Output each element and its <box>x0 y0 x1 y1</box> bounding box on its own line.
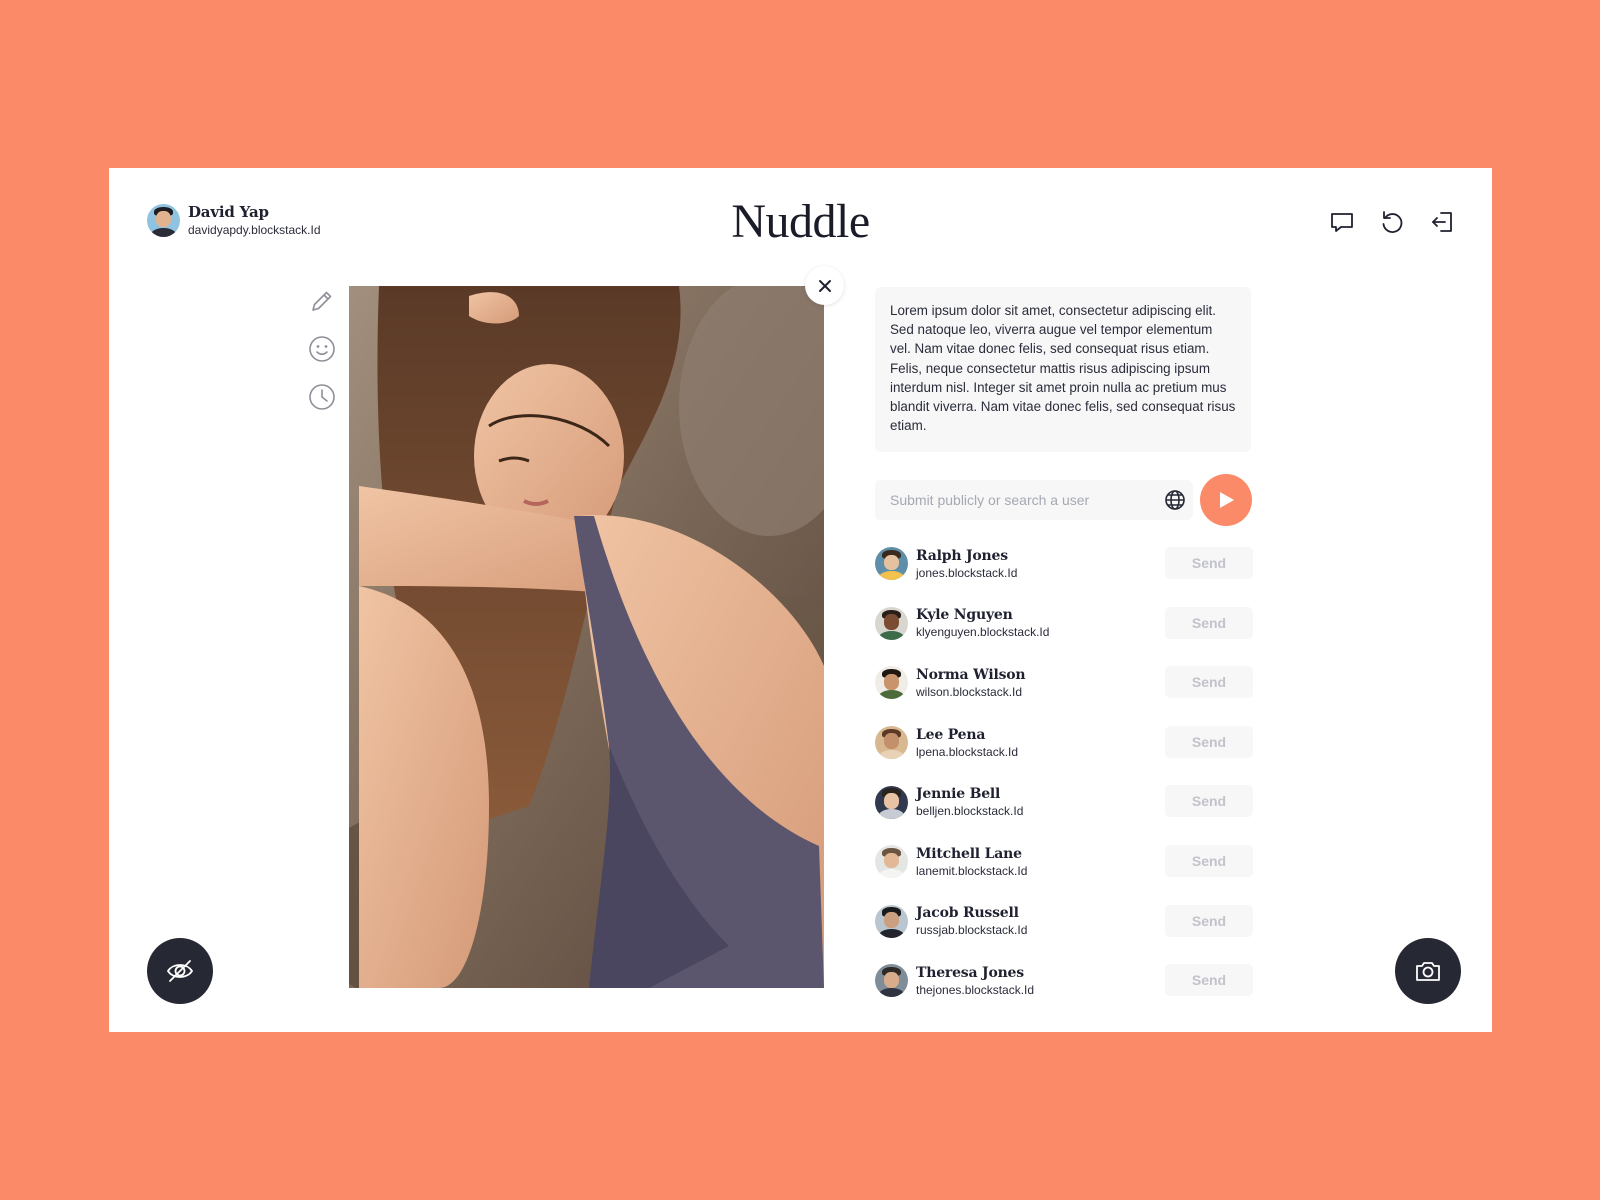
search-input[interactable] <box>890 480 1150 520</box>
avatar <box>875 785 908 819</box>
user-handle: russjab.blockstack.Id <box>916 923 1028 938</box>
app-logo-title: Nuddle <box>731 195 870 248</box>
user-name: Theresa Jones <box>916 964 1024 981</box>
user-row[interactable]: Mitchell Lane lanemit.blockstack.Id Send <box>875 832 1253 892</box>
chat-bubble-icon[interactable] <box>1328 208 1356 236</box>
send-button[interactable]: Send <box>1165 904 1253 937</box>
clock-icon[interactable] <box>307 382 337 412</box>
send-button[interactable]: Send <box>1165 606 1253 639</box>
user-name: Lee Pena <box>916 726 986 743</box>
user-row[interactable]: Theresa Jones thejones.blockstack.Id Send <box>875 951 1253 1011</box>
user-name: Mitchell Lane <box>916 845 1022 862</box>
avatar <box>875 904 908 938</box>
user-name: Norma Wilson <box>916 666 1026 683</box>
user-handle: wilson.blockstack.Id <box>916 684 1023 699</box>
post-caption: Lorem ipsum dolor sit amet, consectetur … <box>875 287 1251 452</box>
submit-button[interactable] <box>1200 474 1252 526</box>
user-list: Ralph Jones jones.blockstack.Id Send Kyle N… <box>875 534 1253 1011</box>
user-handle: lpena.blockstack.Id <box>916 744 1019 759</box>
send-button[interactable]: Send <box>1165 964 1253 997</box>
user-row[interactable]: Lee Pena lpena.blockstack.Id Send <box>875 713 1253 773</box>
submit-search-field[interactable] <box>875 480 1193 520</box>
close-icon <box>818 279 831 292</box>
send-button[interactable]: Send <box>1165 725 1253 758</box>
user-handle: lanemit.blockstack.Id <box>916 863 1028 878</box>
app-window: David Yap davidyapdy.blockstack.Id Nuddl… <box>109 168 1492 1032</box>
avatar <box>875 606 908 640</box>
user-name: Kyle Nguyen <box>916 607 1013 624</box>
user-handle: klyenguyen.blockstack.Id <box>916 625 1050 640</box>
user-name: Jennie Bell <box>916 786 1001 803</box>
avatar <box>875 726 908 760</box>
send-button[interactable]: Send <box>1165 844 1253 877</box>
camera-icon <box>1416 962 1440 981</box>
post-photo <box>349 286 824 988</box>
close-post-button[interactable] <box>805 266 844 305</box>
avatar <box>875 845 908 879</box>
send-button[interactable]: Send <box>1165 785 1253 818</box>
user-row[interactable]: Ralph Jones jones.blockstack.Id Send <box>875 534 1253 594</box>
avatar <box>875 547 908 581</box>
user-name: Jacob Russell <box>916 905 1019 922</box>
user-name: Ralph Jones <box>916 547 1008 564</box>
play-send-icon <box>1220 492 1234 508</box>
refresh-icon[interactable] <box>1378 208 1406 236</box>
hide-button[interactable] <box>147 938 213 1004</box>
camera-button[interactable] <box>1395 938 1461 1004</box>
avatar <box>875 964 908 998</box>
send-button[interactable]: Send <box>1165 666 1253 699</box>
user-handle: belljen.blockstack.Id <box>916 804 1024 819</box>
user-handle: jones.blockstack.Id <box>916 565 1018 580</box>
user-row[interactable]: Jacob Russell russjab.blockstack.Id Send <box>875 892 1253 952</box>
user-row[interactable]: Jennie Bell belljen.blockstack.Id Send <box>875 772 1253 832</box>
pencil-icon[interactable] <box>307 286 337 316</box>
user-handle: thejones.blockstack.Id <box>916 982 1035 997</box>
send-button[interactable]: Send <box>1165 547 1253 579</box>
logout-icon[interactable] <box>1428 208 1456 236</box>
user-row[interactable]: Norma Wilson wilson.blockstack.Id Send <box>875 653 1253 713</box>
user-row[interactable]: Kyle Nguyen klyenguyen.blockstack.Id Send <box>875 594 1253 654</box>
avatar <box>875 666 908 700</box>
globe-icon[interactable] <box>1163 488 1187 512</box>
smiley-icon[interactable] <box>307 334 337 364</box>
eye-off-icon <box>166 960 194 982</box>
